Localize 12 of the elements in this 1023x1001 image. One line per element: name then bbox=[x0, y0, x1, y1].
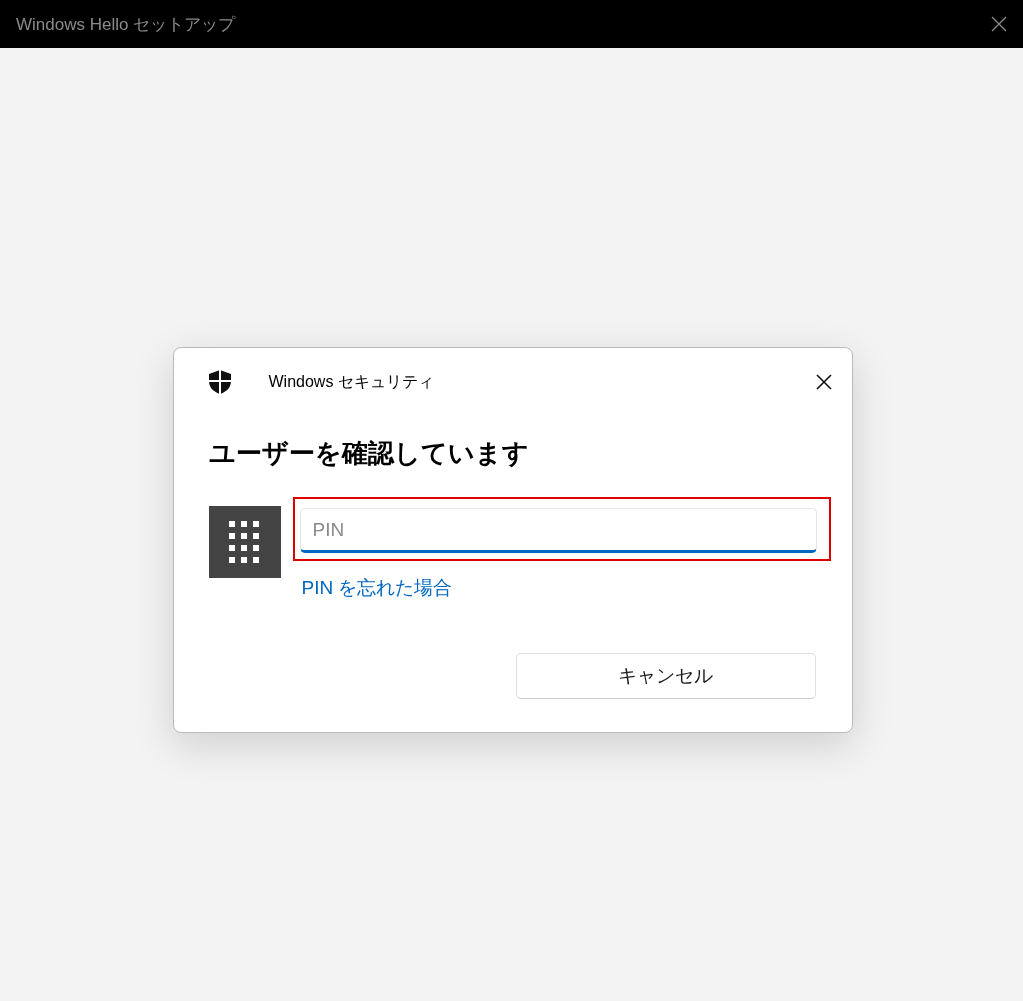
pin-field[interactable]: PIN bbox=[299, 508, 817, 553]
dialog-heading: ユーザーを確認しています bbox=[208, 437, 530, 470]
close-button[interactable] bbox=[991, 16, 1007, 32]
close-button[interactable] bbox=[815, 374, 832, 390]
window-title: Windows Hello セットアップ bbox=[16, 13, 236, 36]
close-icon bbox=[991, 16, 1007, 32]
keypad-icon bbox=[228, 521, 261, 563]
forgot-pin-link[interactable]: PIN を忘れた場合 bbox=[301, 575, 831, 601]
dialog-app-title: Windows セキュリティ bbox=[268, 371, 435, 392]
cancel-button[interactable]: キャンセル bbox=[515, 653, 816, 699]
shield-icon bbox=[208, 370, 231, 394]
close-icon bbox=[815, 374, 832, 390]
